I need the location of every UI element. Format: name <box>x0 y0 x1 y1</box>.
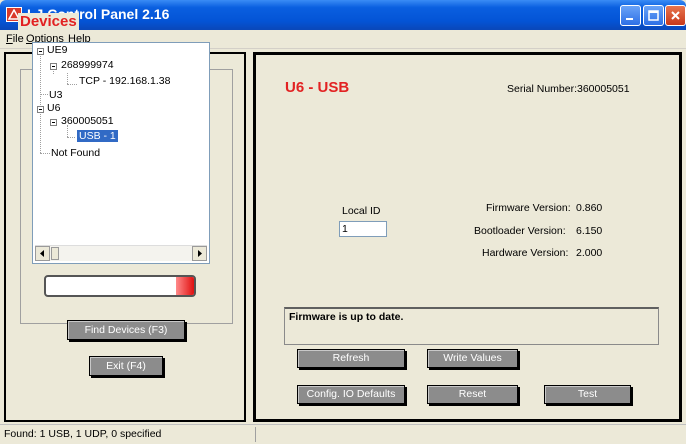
firmware-version-value: 0.860 <box>576 202 603 214</box>
local-id-input[interactable]: 1 <box>339 221 387 237</box>
hardware-version-value: 2.000 <box>576 247 603 259</box>
tree-item-u6-connection[interactable]: USB - 1 <box>77 130 118 142</box>
hardware-version-label: Hardware Version: <box>482 247 569 259</box>
scroll-left-icon[interactable] <box>35 246 50 261</box>
firmware-version-label: Firmware Version: <box>486 202 571 214</box>
menu-file[interactable]: File <box>6 33 24 45</box>
minimize-button[interactable] <box>620 5 641 26</box>
reset-button[interactable]: Reset <box>427 385 518 404</box>
device-heading: U6 - USB <box>285 79 350 96</box>
maximize-button[interactable] <box>643 5 664 26</box>
local-id-label: Local ID <box>342 205 381 217</box>
title-bar[interactable]: LJ Control Panel 2.16 <box>0 0 686 30</box>
devices-title: Devices <box>18 13 79 30</box>
tree-item-u6-serial[interactable]: 360005051 <box>61 115 114 127</box>
tree-item-not-found[interactable]: Not Found <box>51 147 100 159</box>
bootloader-version-value: 6.150 <box>576 225 603 237</box>
serial-number-label: Serial Number: <box>507 83 578 95</box>
app-window: LJ Control Panel 2.16 File Options Help … <box>0 0 686 444</box>
scan-progress-bar <box>44 275 196 297</box>
tree-item-ue9-serial[interactable]: 268999974 <box>61 59 114 71</box>
serial-number-value: 360005051 <box>577 83 630 95</box>
find-devices-button[interactable]: Find Devices (F3) <box>67 320 185 340</box>
device-tree[interactable]: UE9 268999974 TCP - 192.168.1.38 U3 U6 3… <box>32 42 210 264</box>
progress-fill <box>176 277 194 295</box>
collapse-u6-serial-icon[interactable] <box>50 119 57 126</box>
bootloader-version-label: Bootloader Version: <box>474 225 566 237</box>
collapse-ue9-icon[interactable] <box>37 48 44 55</box>
tree-item-ue9-connection[interactable]: TCP - 192.168.1.38 <box>79 75 170 87</box>
config-io-defaults-button[interactable]: Config. IO Defaults <box>297 385 405 404</box>
test-button[interactable]: Test <box>544 385 631 404</box>
status-divider <box>255 427 256 442</box>
status-bar: Found: 1 USB, 1 UDP, 0 specified <box>0 424 686 444</box>
status-text: Found: 1 USB, 1 UDP, 0 specified <box>4 428 162 440</box>
collapse-ue9-serial-icon[interactable] <box>50 63 57 70</box>
collapse-u6-icon[interactable] <box>37 106 44 113</box>
write-values-button[interactable]: Write Values <box>427 349 518 368</box>
tree-item-ue9[interactable]: UE9 <box>47 44 67 56</box>
tree-item-u6[interactable]: U6 <box>47 102 60 114</box>
scroll-right-icon[interactable] <box>192 246 207 261</box>
scroll-thumb[interactable] <box>51 247 59 260</box>
tree-horizontal-scrollbar[interactable] <box>35 245 207 261</box>
exit-button[interactable]: Exit (F4) <box>89 356 163 376</box>
refresh-button[interactable]: Refresh <box>297 349 405 368</box>
tree-item-u3[interactable]: U3 <box>49 89 62 101</box>
close-button[interactable] <box>665 5 686 26</box>
firmware-status-message: Firmware is up to date. <box>284 307 659 345</box>
